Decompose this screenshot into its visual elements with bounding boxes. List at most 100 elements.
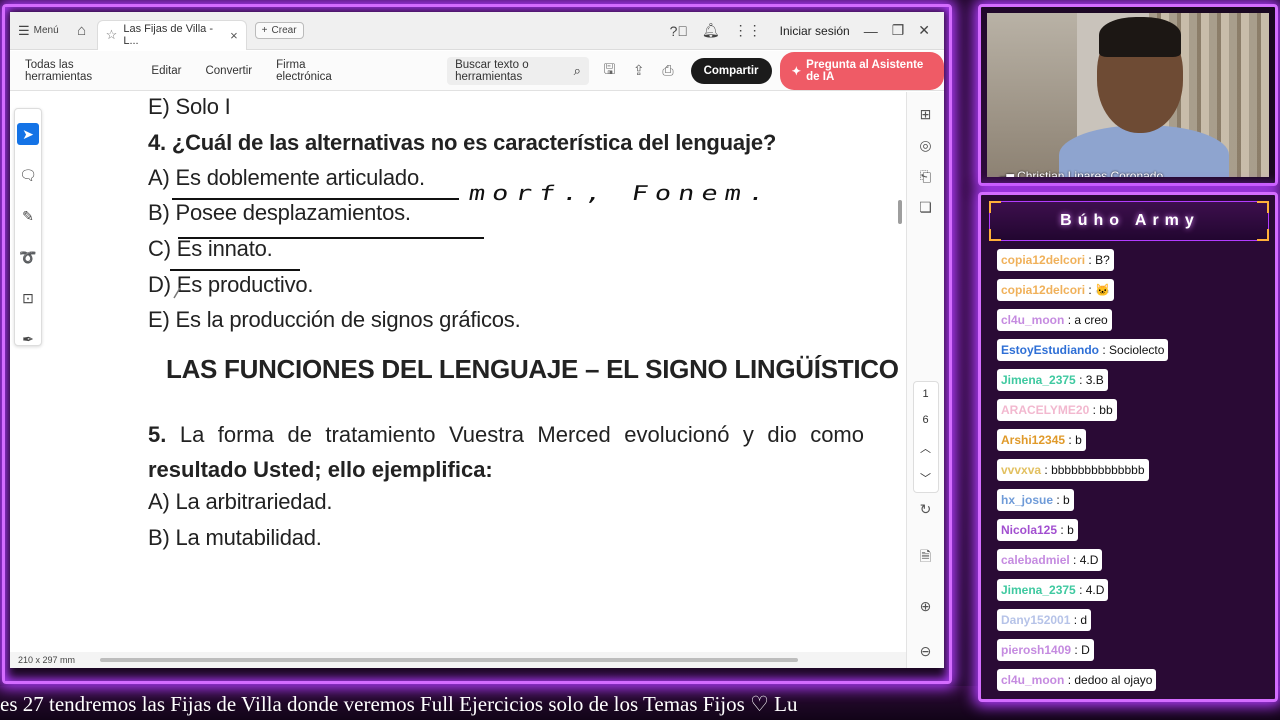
file-icon[interactable]: 🗎 xyxy=(920,546,931,570)
create-button[interactable]: + Crear xyxy=(254,22,304,39)
chat-text: b xyxy=(1075,433,1082,447)
chat-message: ARACELYME20 : bb xyxy=(997,399,1117,421)
chat-username[interactable]: Jimena_2375 xyxy=(1001,583,1076,597)
chat-title: Búho Army xyxy=(1060,212,1200,229)
tab-document[interactable]: ☆ Las Fijas de Villa - L... × xyxy=(96,19,247,50)
current-page[interactable]: 1 xyxy=(922,388,928,400)
upload-cloud-icon[interactable]: ⇪ xyxy=(630,62,647,79)
chat-username[interactable]: cl4u_moon xyxy=(1001,313,1064,327)
status-bar: 210 x 297 mm xyxy=(10,652,906,668)
chat-separator: : xyxy=(1085,253,1096,267)
text-select-icon[interactable]: ⊡ xyxy=(17,287,39,309)
vertical-scrollbar[interactable] xyxy=(898,200,902,224)
star-icon[interactable]: ☆ xyxy=(106,27,118,43)
save-icon[interactable]: 🖫 xyxy=(601,59,618,83)
chat-username[interactable]: ARACELYME20 xyxy=(1001,403,1089,417)
tab-bar: ☰ Menú ⌂ ☆ Las Fijas de Villa - L... × +… xyxy=(10,12,944,50)
chat-text: b xyxy=(1067,523,1074,537)
signature-icon[interactable]: ✒ xyxy=(17,328,39,350)
toolbar-convert[interactable]: Convertir xyxy=(196,65,261,77)
chat-text: dedoo al ojayo xyxy=(1074,673,1153,687)
refresh-icon[interactable]: ↻ xyxy=(920,501,932,518)
print-icon[interactable]: ⎙ xyxy=(659,62,676,79)
select-cursor-icon[interactable]: ➤ xyxy=(17,123,39,145)
news-ticker: es 27 tendremos las Fijas de Villa donde… xyxy=(0,688,960,720)
chat-message: copia12delcori : B? xyxy=(997,249,1114,271)
zoom-out-icon[interactable]: ⊖ xyxy=(920,643,932,660)
chat-message-row: Jimena_2375 : 4.D xyxy=(997,579,1273,609)
chat-username[interactable]: pierosh1409 xyxy=(1001,643,1071,657)
acrobat-window: ☰ Menú ⌂ ☆ Las Fijas de Villa - L... × +… xyxy=(10,12,944,668)
chat-username[interactable]: Dany152001 xyxy=(1001,613,1070,627)
close-icon[interactable]: × xyxy=(230,28,238,43)
page-size: 210 x 297 mm xyxy=(18,655,76,665)
comment-panel-icon[interactable]: ◎ xyxy=(919,137,931,154)
chat-message: calebadmiel : 4.D xyxy=(997,549,1103,571)
pen-icon[interactable]: ✎ xyxy=(17,205,39,227)
chat-username[interactable]: hx_josue xyxy=(1001,493,1053,507)
menu-label: Menú xyxy=(33,25,59,36)
rail-bottom-tools: ↻ 🗎 ⊕ ⊖ xyxy=(920,487,932,660)
create-label: Crear xyxy=(271,25,297,36)
apps-grid-icon[interactable]: ⋮⋮ xyxy=(734,22,762,39)
chat-username[interactable]: copia12delcori xyxy=(1001,253,1085,267)
ai-assistant-label: Pregunta al Asistente de IA xyxy=(806,58,924,83)
webcam-frame: ▁▃▅ Christian Linares Coronado xyxy=(978,4,1278,186)
chat-message-list: copia12delcori : B? copia12delcori : 🐱 cl4… xyxy=(997,249,1273,699)
comment-icon[interactable]: 🗨︎ xyxy=(17,164,39,186)
bookmark-icon[interactable]: ⎗ xyxy=(920,168,931,185)
window-controls: ?⃝ 🔔︎ ⋮⋮ Iniciar sesión — ❐ ✕ xyxy=(670,22,944,39)
chat-separator: : xyxy=(1075,583,1086,597)
share-button[interactable]: Compartir xyxy=(690,57,772,84)
lasso-icon[interactable]: ➰ xyxy=(17,246,39,268)
chat-username[interactable]: EstoyEstudiando xyxy=(1001,343,1099,357)
tab-title: Las Fijas de Villa - L... xyxy=(123,23,213,47)
chat-username[interactable]: vvvxva xyxy=(1001,463,1041,477)
toolbar-esign[interactable]: Firma electrónica xyxy=(267,59,361,83)
pages-icon[interactable]: ❏ xyxy=(919,199,932,216)
chat-username[interactable]: Jimena_2375 xyxy=(1001,373,1076,387)
toolbar-edit[interactable]: Editar xyxy=(142,65,190,77)
chat-separator: : xyxy=(1070,613,1081,627)
chat-username[interactable]: Nicola125 xyxy=(1001,523,1057,537)
chat-separator: : xyxy=(1069,553,1080,567)
window-close-icon[interactable]: ✕ xyxy=(918,22,930,39)
toolbar-all-tools[interactable]: Todas las herramientas xyxy=(16,59,136,83)
chat-separator: : xyxy=(1057,523,1068,537)
left-tool-strip: ➤ 🗨︎ ✎ ➰ ⊡ ✒ xyxy=(14,108,42,347)
chat-separator: : xyxy=(1053,493,1064,507)
chat-separator: : xyxy=(1071,643,1082,657)
home-icon[interactable]: ⌂ xyxy=(67,22,97,39)
corner-decoration xyxy=(1257,229,1269,241)
chat-header: Búho Army xyxy=(989,201,1269,241)
chevron-up-icon[interactable]: ︿ xyxy=(920,440,931,456)
menu-button[interactable]: ☰ Menú xyxy=(10,12,67,49)
help-icon[interactable]: ?⃝ xyxy=(670,23,688,39)
horizontal-scrollbar[interactable] xyxy=(100,658,798,662)
chat-separator: : xyxy=(1099,343,1110,357)
ticker-text: es 27 tendremos las Fijas de Villa donde… xyxy=(0,692,798,716)
minimize-icon[interactable]: — xyxy=(864,23,878,39)
chat-username[interactable]: cl4u_moon xyxy=(1001,673,1064,687)
chat-text: 4.D xyxy=(1085,583,1105,597)
ai-assistant-button[interactable]: ✦ Pregunta al Asistente de IA xyxy=(779,51,944,90)
restore-icon[interactable]: ❐ xyxy=(892,22,905,39)
chat-username[interactable]: Arshi12345 xyxy=(1001,433,1065,447)
chat-message-row: Jimena_2375 : 3.B xyxy=(997,369,1273,399)
chat-separator: : xyxy=(1085,283,1096,297)
ai-panel-icon[interactable]: ⊞ xyxy=(920,106,932,123)
bell-icon[interactable]: 🔔︎ xyxy=(702,22,720,39)
zoom-in-icon[interactable]: ⊕ xyxy=(920,598,932,615)
chat-username[interactable]: calebadmiel xyxy=(1001,553,1070,567)
chevron-down-icon[interactable]: ﹀ xyxy=(920,470,931,486)
chat-separator: : xyxy=(1064,673,1075,687)
total-pages: 6 xyxy=(922,414,929,426)
chat-username[interactable]: copia12delcori xyxy=(1001,283,1085,297)
corner-decoration xyxy=(989,229,1001,241)
chat-message-row: pierosh1409 : D xyxy=(997,639,1273,669)
chat-panel: Búho Army copia12delcori : B? copia12delc… xyxy=(978,192,1278,702)
search-input[interactable]: Buscar texto o herramientas ⌕ xyxy=(447,56,589,85)
webcam-name: Christian Linares Coronado xyxy=(1017,169,1164,177)
signin-button[interactable]: Iniciar sesión xyxy=(780,24,850,38)
chat-text: a creo xyxy=(1074,313,1108,327)
